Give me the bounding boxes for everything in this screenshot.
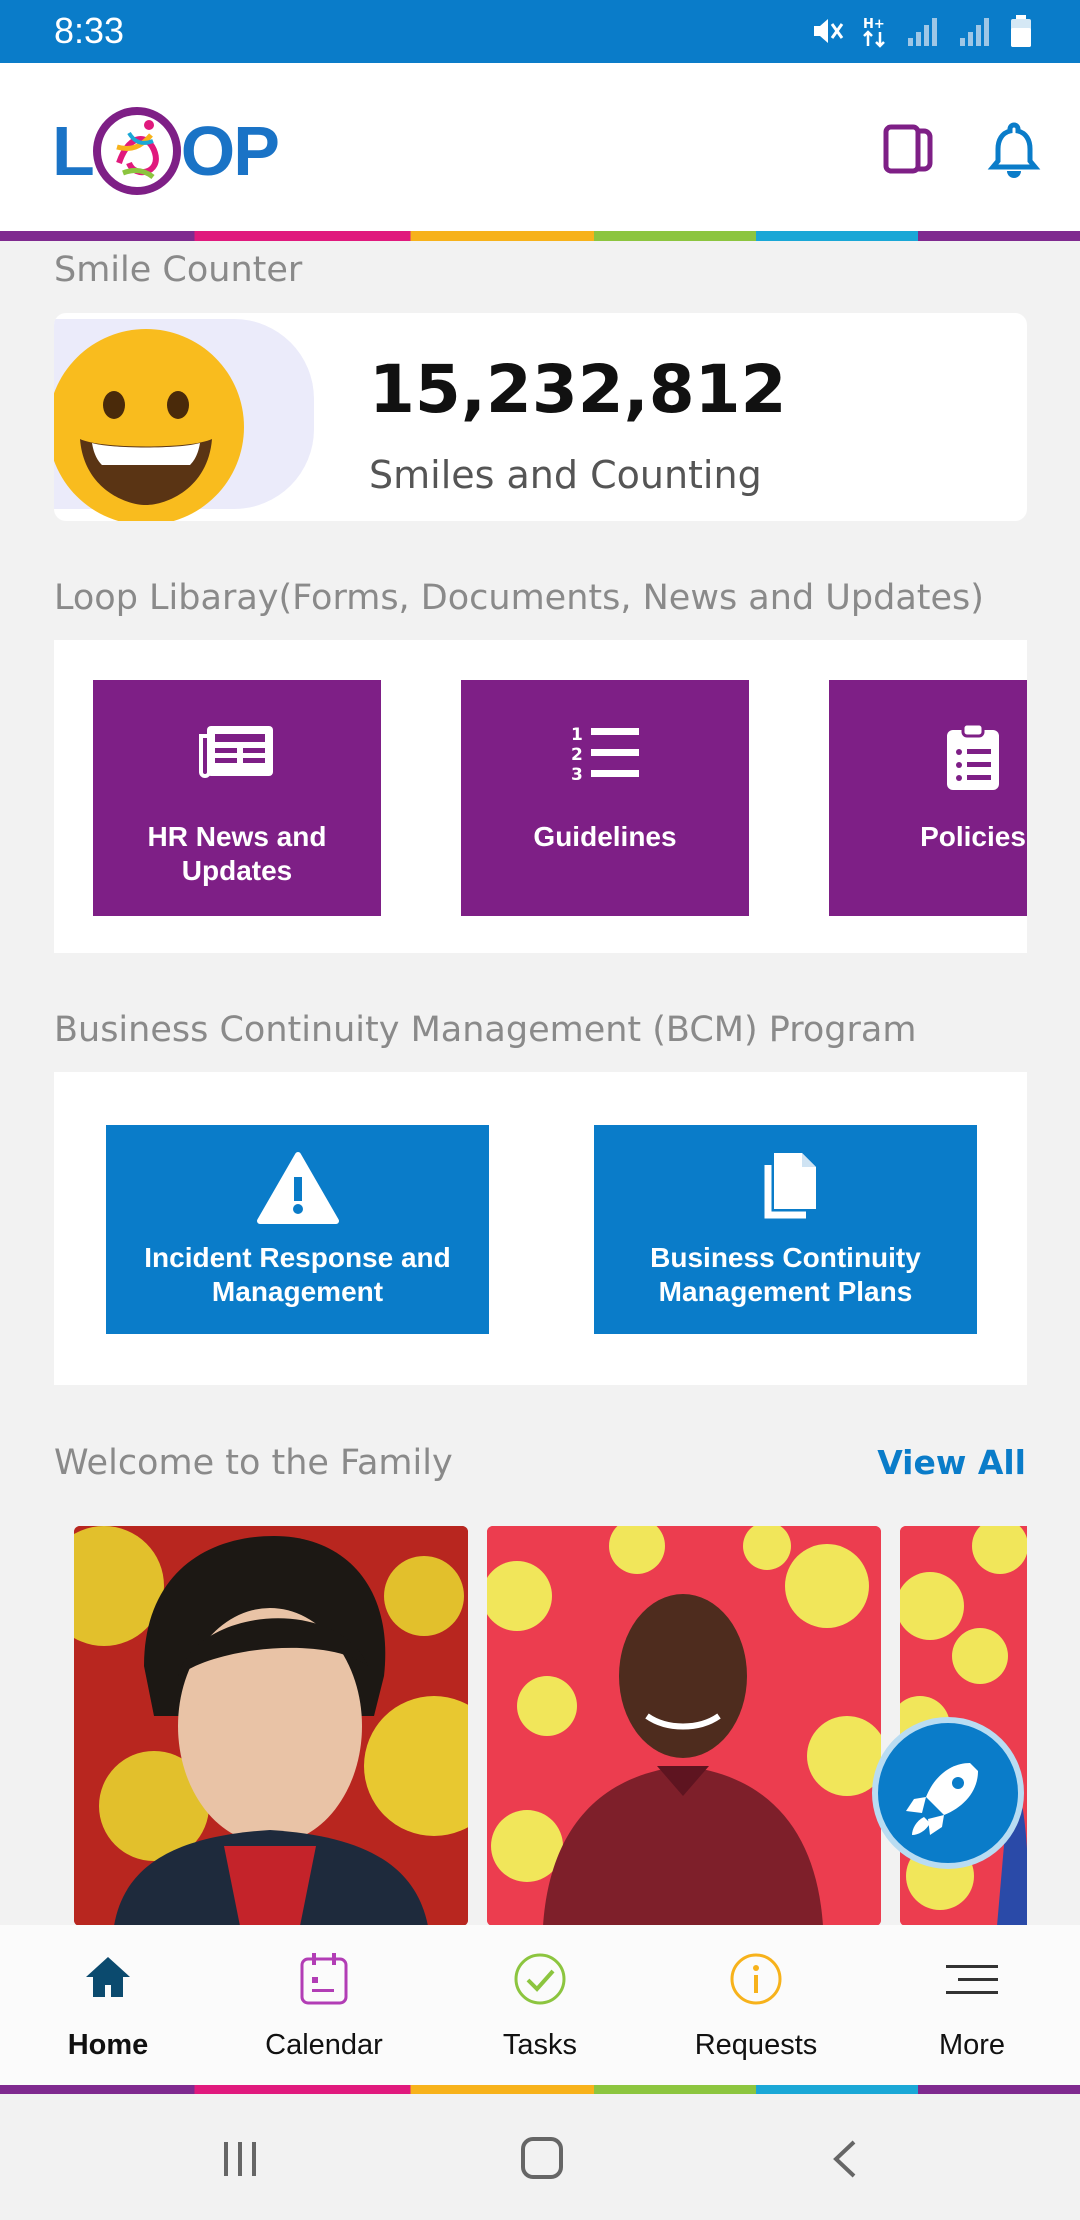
library-tile-label: HR News and Updates — [147, 821, 327, 886]
svg-text:3: 3 — [571, 765, 583, 784]
library-tile-label: Policies — [920, 821, 1026, 852]
quick-launch-button[interactable] — [872, 1717, 1024, 1869]
rocket-icon — [906, 1763, 978, 1835]
documents-icon — [764, 1153, 816, 1219]
loop-logo[interactable]: L OP — [52, 101, 280, 201]
smile-count: 15,232,812 — [369, 351, 787, 428]
smile-caption: Smiles and Counting — [369, 453, 762, 497]
library-tile-hr-news[interactable]: HR News and Updates — [93, 680, 381, 916]
logo-letter-l: L — [52, 112, 95, 190]
battery-icon — [1011, 15, 1031, 47]
warning-icon — [256, 1152, 339, 1224]
bcm-tile-continuity-plans[interactable]: Business Continuity Management Plans — [594, 1125, 977, 1334]
bcm-tile-label: Incident Response and Management — [144, 1242, 451, 1307]
nav-calendar[interactable]: Calendar — [216, 1925, 432, 2085]
bcm-tile-label: Business Continuity Management Plans — [650, 1242, 921, 1307]
member-photo-card[interactable] — [74, 1526, 468, 1926]
nav-tasks[interactable]: Tasks — [432, 1925, 648, 2085]
library-tile-label: Guidelines — [533, 821, 677, 852]
calendar-icon — [300, 1953, 348, 2005]
system-navigation-bar — [0, 2094, 1080, 2220]
recent-apps-icon[interactable] — [218, 2136, 264, 2182]
member-photo — [487, 1526, 881, 1926]
data-icon: H+ — [863, 17, 885, 48]
nav-label: Requests — [694, 2029, 818, 2061]
member-photo-card[interactable] — [487, 1526, 881, 1926]
check-circle-icon — [514, 1953, 566, 2005]
smiley-face-icon — [54, 329, 244, 521]
library-title: Loop Libaray(Forms, Documents, News and … — [54, 578, 984, 618]
bcm-panel: Incident Response and Management Busines… — [54, 1072, 1027, 1385]
nav-requests[interactable]: Requests — [648, 1925, 864, 2085]
menu-icon — [946, 1965, 998, 1994]
bcm-title: Business Continuity Management (BCM) Pro… — [54, 1010, 917, 1050]
bcm-tile-incident-response[interactable]: Incident Response and Management — [106, 1125, 489, 1334]
view-all-link[interactable]: View All — [877, 1443, 1026, 1482]
smile-counter-card: 15,232,812 Smiles and Counting — [54, 313, 1027, 521]
cards-icon[interactable] — [880, 119, 940, 179]
back-icon[interactable] — [826, 2136, 866, 2182]
home-button-icon[interactable] — [518, 2134, 566, 2182]
nav-label: Home — [67, 2029, 149, 2061]
library-carousel[interactable]: HR News and Updates 1 2 3 Guidelines Pol… — [54, 640, 1027, 953]
clipboard-list-icon — [947, 722, 999, 790]
welcome-title: Welcome to the Family — [54, 1443, 453, 1483]
status-time: 8:33 — [54, 10, 125, 51]
signal-icon — [960, 18, 989, 46]
numbered-list-icon: 1 2 3 — [571, 725, 639, 784]
logo-swirl-icon — [92, 107, 181, 195]
svg-text:2: 2 — [571, 745, 583, 765]
newspaper-icon — [199, 726, 273, 778]
signal-icon — [908, 18, 937, 46]
nav-label: Tasks — [502, 2029, 578, 2061]
nav-label: Calendar — [265, 2029, 383, 2061]
library-tile-guidelines[interactable]: 1 2 3 Guidelines — [461, 680, 749, 916]
nav-more[interactable]: More — [864, 1925, 1080, 2085]
status-bar: 8:33 H+ — [0, 0, 1080, 63]
status-icons: H+ — [810, 14, 1032, 48]
logo-letters-op: OP — [180, 112, 280, 190]
home-icon — [86, 1957, 130, 1997]
info-circle-icon — [730, 1953, 782, 2005]
svg-text:1: 1 — [571, 725, 583, 745]
rainbow-divider — [0, 2085, 1080, 2094]
member-photo — [74, 1526, 468, 1926]
nav-label: More — [938, 2029, 1006, 2061]
mute-icon — [814, 19, 844, 43]
bottom-navigation: Home Calendar Tasks Requests More — [0, 1925, 1080, 2085]
app-header: L OP — [0, 63, 1080, 231]
rainbow-divider — [0, 231, 1080, 241]
svg-text:H+: H+ — [863, 17, 885, 32]
nav-home[interactable]: Home — [0, 1925, 216, 2085]
library-tile-policies[interactable]: Policies — [829, 680, 1027, 916]
smile-counter-title: Smile Counter — [54, 250, 303, 290]
bell-icon[interactable] — [986, 119, 1042, 179]
